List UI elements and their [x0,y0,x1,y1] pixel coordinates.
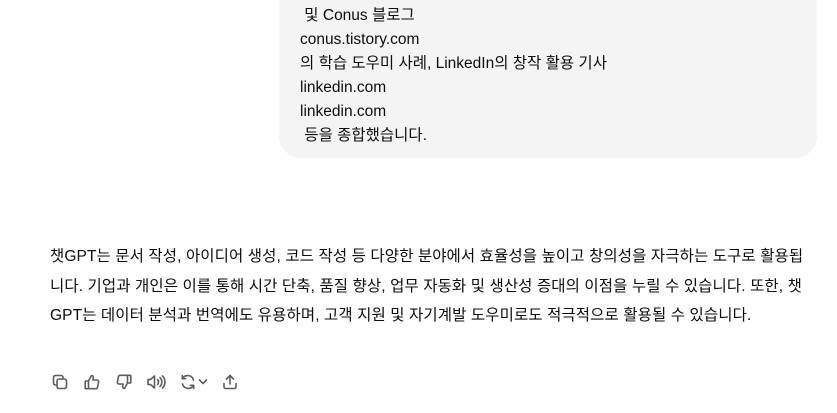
regenerate-icon [181,374,195,390]
user-message-bubble: 및 Conus 블로그 conus.tistory.com 의 학습 도우미 사… [279,0,817,158]
good-response-button[interactable] [80,370,104,394]
share-button[interactable] [218,370,242,394]
source-link: conus.tistory.com [300,31,420,48]
assistant-message: 챗GPT는 문서 작성, 아이디어 생성, 코드 작성 등 다양한 분야에서 효… [50,242,810,331]
user-message-line: 의 학습 도우미 사례, LinkedIn의 창작 활용 기사 [300,55,607,72]
chevron-down-icon [198,379,208,385]
user-message-line: 등을 종합했습니다. [300,127,427,144]
bad-response-button[interactable] [112,370,136,394]
message-action-bar [48,370,250,394]
copy-button[interactable] [48,370,72,394]
read-aloud-icon [147,375,166,389]
read-aloud-button[interactable] [144,370,168,394]
source-link: linkedin.com [300,103,387,120]
user-message-line: 및 Conus 블로그 [300,7,415,24]
copy-icon [52,374,68,390]
thumbs-up-icon [84,374,100,390]
source-link: linkedin.com [300,79,387,96]
chat-view: 및 Conus 블로그 conus.tistory.com 의 학습 도우미 사… [0,0,837,413]
regenerate-button[interactable] [176,370,212,394]
thumbs-down-icon [116,374,132,390]
share-icon [223,374,237,390]
assistant-message-text: 챗GPT는 문서 작성, 아이디어 생성, 코드 작성 등 다양한 분야에서 효… [50,248,804,324]
